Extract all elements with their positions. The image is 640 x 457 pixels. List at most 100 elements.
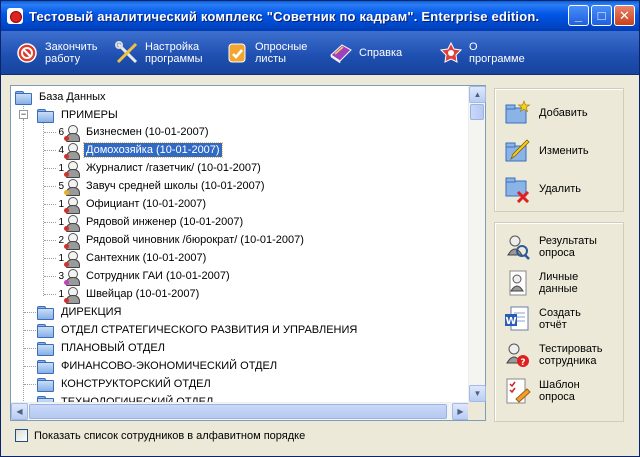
survey-results-label: Результаты опроса [539, 235, 597, 259]
person-icon [64, 232, 80, 250]
department-label: КОНСТРУКТОРСКИЙ ОТДЕЛ [61, 378, 211, 390]
status-dot [64, 297, 69, 303]
employee-item[interactable]: 2 Рядовой чиновник /бюрократ/ (10-01-2007… [56, 231, 306, 250]
employee-label: Бизнесмен (10-01-2007) [86, 126, 209, 138]
horizontal-scrollbar[interactable]: ◀ ▶ [11, 402, 469, 420]
survey-template-icon [503, 377, 531, 405]
app-icon [7, 8, 23, 24]
status-dot [64, 135, 69, 141]
horizontal-scroll-thumb[interactable] [29, 404, 447, 419]
personal-data-button[interactable]: Личные данные [503, 269, 578, 297]
person-icon [64, 268, 80, 286]
employee-item[interactable]: 4 Домохозяйка (10-01-2007) [56, 141, 223, 160]
department-folder[interactable]: КОНСТРУКТОРСКИЙ ОТДЕЛ [37, 375, 213, 393]
person-icon [64, 196, 80, 214]
word-report-icon: W [503, 305, 531, 333]
delete-button[interactable]: Удалить [503, 175, 581, 204]
window-title: Тестовый аналитический комплекс "Советни… [29, 8, 540, 24]
open-folder-icon [37, 108, 54, 123]
employee-label: Сотрудник ГАИ (10-01-2007) [86, 270, 230, 282]
scroll-right-button[interactable]: ▶ [452, 403, 469, 420]
about-button[interactable]: О программе [437, 33, 547, 73]
employee-tree[interactable]: База Данных − ПРИМЕРЫ 6 Бизнесмен (10-01-… [10, 85, 486, 421]
create-report-label: Создать отчёт [539, 307, 581, 331]
exit-button[interactable]: Закончить работу [13, 33, 113, 73]
close-button[interactable]: ✕ [614, 5, 635, 26]
tree-view: База Данных − ПРИМЕРЫ 6 Бизнесмен (10-01-… [11, 86, 469, 402]
alphabetical-checkbox[interactable] [15, 429, 28, 442]
survey-template-label: Шаблон опроса [539, 379, 580, 403]
main-window: Тестовый аналитический комплекс "Советни… [0, 0, 640, 457]
employee-item[interactable]: 1 Официант (10-01-2007) [56, 195, 208, 214]
department-label: ФИНАНСОВО-ЭКОНОМИЧЕСКИЙ ОТДЕЛ [61, 360, 278, 372]
scroll-left-button[interactable]: ◀ [11, 403, 28, 420]
test-employee-icon: ? [503, 341, 531, 369]
person-icon [64, 250, 80, 268]
about-icon [437, 39, 465, 67]
employee-item[interactable]: 5 Завуч средней школы (10-01-2007) [56, 177, 267, 196]
record-actions-panel: Добавить Изменить Удалить [494, 88, 624, 212]
department-folder[interactable]: ОТДЕЛ СТРАТЕГИЧЕСКОГО РАЗВИТИЯ И УПРАВЛЕ… [37, 321, 359, 339]
department-folder[interactable]: ТЕХНОЛОГИЧЕСКИЙ ОТДЕЛ [37, 393, 215, 402]
survey-template-button[interactable]: Шаблон опроса [503, 377, 580, 405]
folder-icon [37, 377, 54, 392]
employee-item[interactable]: 1 Рядовой инженер (10-01-2007) [56, 213, 245, 232]
tree-line [23, 119, 24, 402]
svg-text:?: ? [520, 358, 525, 368]
maximize-button[interactable]: □ [591, 5, 612, 26]
tree-line [43, 122, 44, 296]
employee-item[interactable]: 1 Сантехник (10-01-2007) [56, 249, 208, 268]
department-folder[interactable]: ПЛАНОВЫЙ ОТДЕЛ [37, 339, 167, 357]
survey-sheets-button[interactable]: Опросные листы [223, 33, 327, 73]
employee-item[interactable]: 1 Журналист /газетчик/ (10-01-2007) [56, 159, 263, 178]
tree-root[interactable]: База Данных [15, 88, 108, 106]
person-icon [64, 160, 80, 178]
tools-icon [113, 39, 141, 67]
department-label: ТЕХНОЛОГИЧЕСКИЙ ОТДЕЛ [61, 396, 214, 402]
scroll-up-button[interactable]: ▲ [469, 86, 486, 103]
title-bar[interactable]: Тестовый аналитический комплекс "Советни… [1, 1, 639, 31]
collapse-toggle[interactable]: − [19, 110, 28, 119]
folder-examples[interactable]: ПРИМЕРЫ [37, 106, 120, 124]
test-employee-button[interactable]: ? Тестировать сотрудника [503, 341, 603, 369]
edit-button[interactable]: Изменить [503, 137, 589, 165]
edit-folder-icon [503, 137, 531, 165]
person-icon [64, 214, 80, 232]
stop-icon [13, 39, 41, 67]
add-button[interactable]: Добавить [503, 99, 588, 127]
tree-line [24, 366, 36, 367]
employee-item[interactable]: 3 Сотрудник ГАИ (10-01-2007) [56, 267, 232, 286]
vertical-scroll-thumb[interactable] [470, 104, 484, 120]
add-folder-icon [503, 99, 531, 127]
survey-count: 1 [58, 288, 64, 300]
help-button[interactable]: Справка [327, 33, 437, 73]
alphabetical-option[interactable]: Показать список сотрудников в алфавитном… [15, 429, 305, 442]
personal-data-icon [503, 269, 531, 297]
survey-count: 1 [58, 216, 64, 228]
survey-results-button[interactable]: Результаты опроса [503, 233, 597, 261]
tree-root-label: База Данных [39, 91, 106, 103]
survey-count: 2 [58, 234, 64, 246]
survey-sheets-label: Опросные листы [255, 40, 308, 65]
status-dot [64, 225, 69, 231]
department-label: ДИРЕКЦИЯ [61, 306, 122, 318]
settings-button-label: Настройка программы [145, 40, 203, 65]
settings-button[interactable]: Настройка программы [113, 33, 223, 73]
survey-count: 1 [58, 252, 64, 264]
create-report-button[interactable]: W Создать отчёт [503, 305, 581, 333]
employee-item[interactable]: 1 Швейцар (10-01-2007) [56, 285, 201, 304]
tree-line [24, 312, 36, 313]
department-folder[interactable]: ДИРЕКЦИЯ [37, 303, 123, 321]
tree-line [44, 132, 56, 133]
employee-item[interactable]: 6 Бизнесмен (10-01-2007) [56, 123, 211, 142]
exit-button-label: Закончить работу [45, 40, 98, 65]
person-icon [64, 286, 80, 304]
alphabetical-checkbox-label: Показать список сотрудников в алфавитном… [34, 429, 306, 442]
status-dot [64, 261, 69, 267]
scroll-down-button[interactable]: ▼ [469, 385, 486, 402]
vertical-scrollbar[interactable]: ▲ ▼ [468, 86, 486, 402]
survey-results-icon [503, 233, 531, 261]
department-folder[interactable]: ФИНАНСОВО-ЭКОНОМИЧЕСКИЙ ОТДЕЛ [37, 357, 279, 375]
employee-label: Домохозяйка (10-01-2007) [83, 142, 223, 158]
minimize-button[interactable]: _ [568, 5, 589, 26]
